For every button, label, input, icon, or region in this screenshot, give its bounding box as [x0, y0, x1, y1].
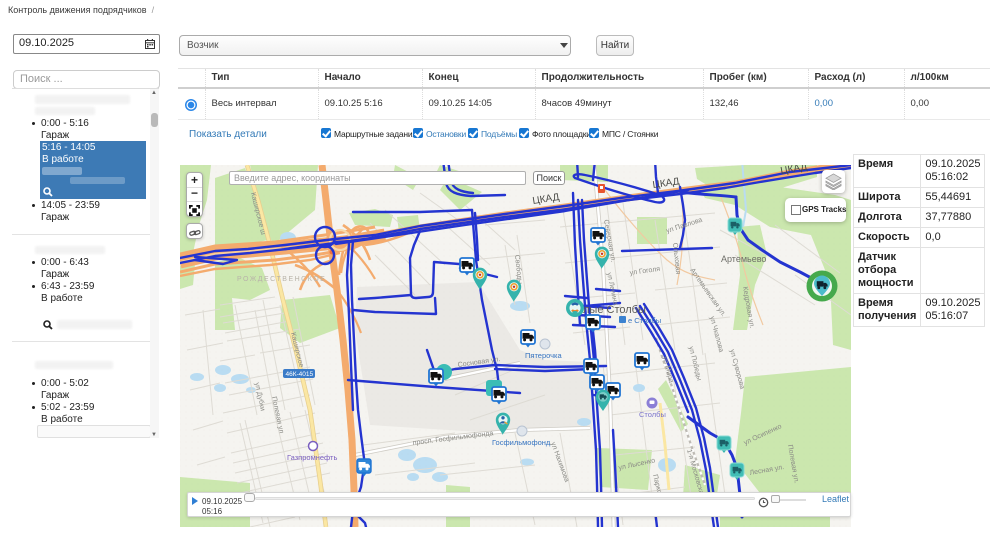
svg-text:Артемьево: Артемьево — [721, 254, 766, 264]
svg-text:е Столбы: е Столбы — [628, 316, 661, 325]
svg-text:РОЖДЕСТВЕНСКОЕ: РОЖДЕСТВЕНСКОЕ — [237, 276, 326, 283]
svg-text:Госфильмофонд: Госфильмофонд — [492, 438, 551, 447]
svg-text:Газпромнефть: Газпромнефть — [287, 453, 337, 462]
svg-text:46К-4015: 46К-4015 — [286, 371, 314, 378]
svg-text:Пятерочка: Пятерочка — [525, 351, 563, 360]
svg-text:Столбы: Столбы — [639, 410, 666, 419]
